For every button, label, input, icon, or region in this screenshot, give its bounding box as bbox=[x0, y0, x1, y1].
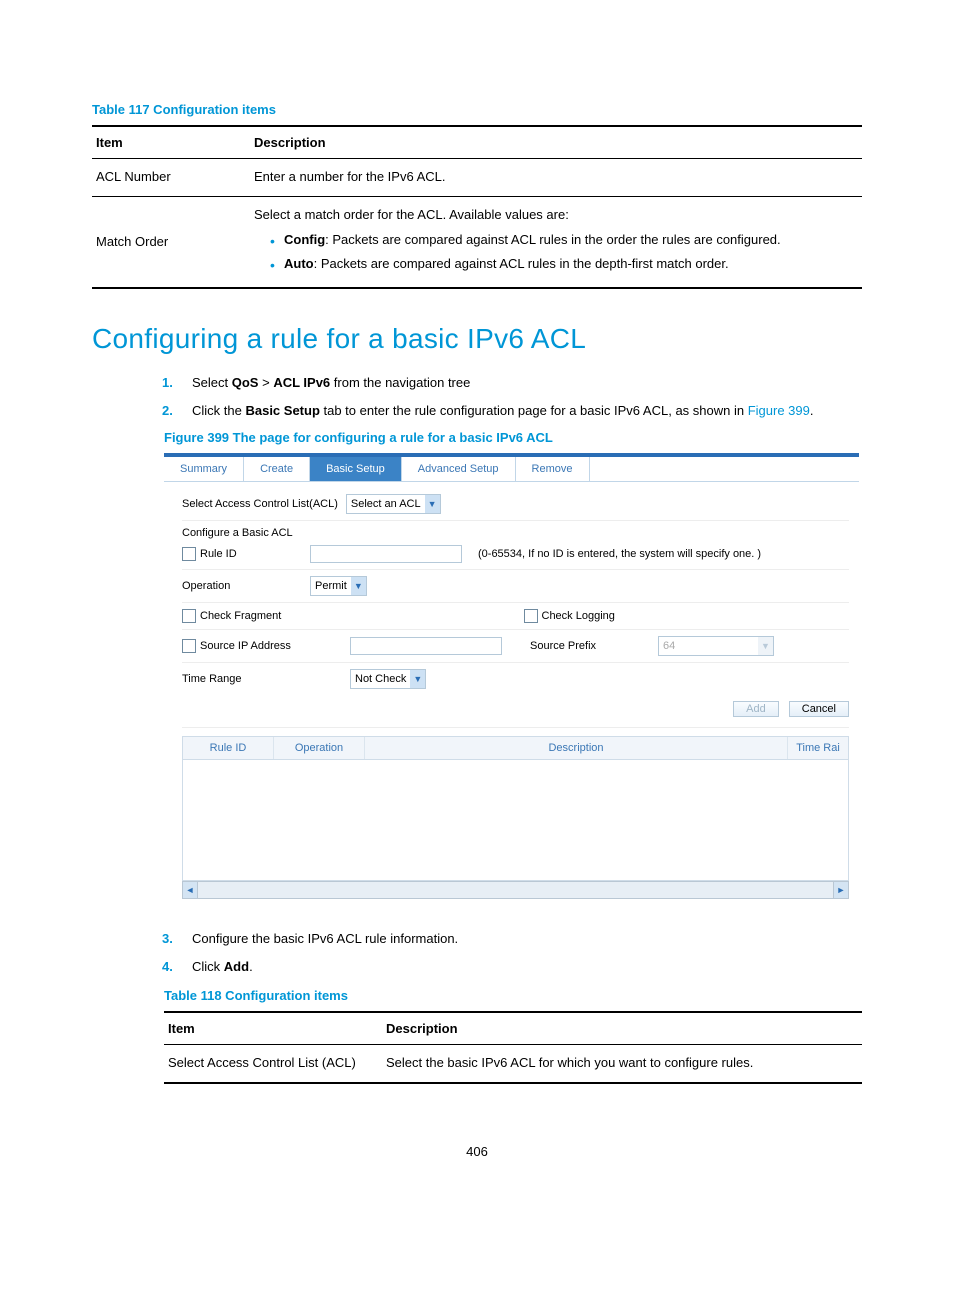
source-ip-input[interactable] bbox=[350, 637, 502, 655]
table117-row1-desc: Select a match order for the ACL. Availa… bbox=[250, 196, 862, 288]
grid-body bbox=[182, 760, 849, 881]
step-text: . bbox=[810, 403, 814, 418]
tab-row: Summary Create Basic Setup Advanced Setu… bbox=[164, 457, 859, 482]
table-row: Match Order Select a match order for the… bbox=[92, 196, 862, 288]
check-logging-checkbox[interactable] bbox=[524, 609, 538, 623]
table118-caption: Table 118 Configuration items bbox=[164, 988, 862, 1003]
table117-col-desc: Description bbox=[250, 126, 862, 159]
source-prefix-dropdown[interactable]: 64 ▼ bbox=[658, 636, 774, 656]
check-fragment-checkbox[interactable] bbox=[182, 609, 196, 623]
step-number: 2. bbox=[162, 401, 173, 421]
operation-label: Operation bbox=[182, 580, 302, 592]
rule-id-checkbox[interactable] bbox=[182, 547, 196, 561]
check-logging-label: Check Logging bbox=[542, 610, 615, 622]
chevron-down-icon: ▼ bbox=[758, 637, 773, 655]
step-3: 3. Configure the basic IPv6 ACL rule inf… bbox=[192, 929, 862, 949]
desc-lead: Select a match order for the ACL. Availa… bbox=[254, 207, 569, 222]
bullet-text: : Packets are compared against ACL rules… bbox=[325, 232, 781, 247]
bullet-text: : Packets are compared against ACL rules… bbox=[314, 256, 729, 271]
table118-col-desc: Description bbox=[382, 1012, 862, 1045]
table117-row1-item: Match Order bbox=[92, 196, 250, 288]
step-text: Click bbox=[192, 959, 224, 974]
time-range-label: Time Range bbox=[182, 673, 342, 685]
table118-col-item: Item bbox=[164, 1012, 382, 1045]
table117: Item Description ACL Number Enter a numb… bbox=[92, 125, 862, 289]
select-acl-label: Select Access Control List(ACL) bbox=[182, 498, 338, 510]
basic-acl-title: Configure a Basic ACL bbox=[182, 527, 293, 539]
bullet-bold: Config bbox=[284, 232, 325, 247]
horizontal-scrollbar[interactable]: ◄ ► bbox=[182, 881, 849, 899]
source-prefix-value: 64 bbox=[663, 640, 675, 652]
step-number: 3. bbox=[162, 929, 173, 949]
source-ip-label: Source IP Address bbox=[200, 640, 291, 652]
table-row: ACL Number Enter a number for the IPv6 A… bbox=[92, 159, 862, 197]
time-range-dropdown[interactable]: Not Check ▼ bbox=[350, 669, 426, 689]
operation-dropdown[interactable]: Permit ▼ bbox=[310, 576, 367, 596]
scroll-right-icon[interactable]: ► bbox=[833, 882, 848, 898]
tab-remove[interactable]: Remove bbox=[516, 457, 590, 481]
add-button[interactable]: Add bbox=[733, 701, 779, 717]
table117-row0-item: ACL Number bbox=[92, 159, 250, 197]
grid-col-operation: Operation bbox=[274, 737, 365, 759]
cancel-button[interactable]: Cancel bbox=[789, 701, 849, 717]
step-bold: Basic Setup bbox=[245, 403, 319, 418]
step-1: 1. Select QoS > ACL IPv6 from the naviga… bbox=[192, 373, 862, 393]
page-heading: Configuring a rule for a basic IPv6 ACL bbox=[92, 323, 862, 355]
time-range-value: Not Check bbox=[355, 673, 406, 685]
rule-id-input[interactable] bbox=[310, 545, 462, 563]
scroll-left-icon[interactable]: ◄ bbox=[183, 882, 198, 898]
tab-basic-setup[interactable]: Basic Setup bbox=[310, 457, 402, 481]
step-4: 4. Click Add. bbox=[192, 957, 862, 977]
grid-col-description: Description bbox=[365, 737, 788, 759]
chevron-down-icon: ▼ bbox=[425, 495, 440, 513]
grid-col-ruleid: Rule ID bbox=[183, 737, 274, 759]
rule-id-hint: (0-65534, If no ID is entered, the syste… bbox=[478, 548, 761, 560]
tab-summary[interactable]: Summary bbox=[164, 457, 244, 481]
step-text: > bbox=[258, 375, 273, 390]
rule-id-label: Rule ID bbox=[200, 548, 237, 560]
step-number: 4. bbox=[162, 957, 173, 977]
source-prefix-label: Source Prefix bbox=[530, 640, 650, 652]
table118-row0-desc: Select the basic IPv6 ACL for which you … bbox=[382, 1045, 862, 1083]
table118-row0-item: Select Access Control List (ACL) bbox=[164, 1045, 382, 1083]
step-text: tab to enter the rule configuration page… bbox=[320, 403, 748, 418]
table117-col-item: Item bbox=[92, 126, 250, 159]
select-acl-dropdown[interactable]: Select an ACL ▼ bbox=[346, 494, 441, 514]
list-item: Auto: Packets are compared against ACL r… bbox=[270, 254, 858, 275]
select-acl-value: Select an ACL bbox=[351, 498, 421, 510]
chevron-down-icon: ▼ bbox=[410, 670, 425, 688]
page-number: 406 bbox=[92, 1144, 862, 1159]
figure-caption: Figure 399 The page for configuring a ru… bbox=[164, 430, 862, 445]
table118: Item Description Select Access Control L… bbox=[164, 1011, 862, 1084]
table-row: Select Access Control List (ACL) Select … bbox=[164, 1045, 862, 1083]
grid-header: Rule ID Operation Description Time Rai bbox=[182, 736, 849, 760]
bullet-bold: Auto bbox=[284, 256, 314, 271]
scroll-track[interactable] bbox=[198, 882, 833, 898]
figure-link[interactable]: Figure 399 bbox=[748, 403, 810, 418]
source-ip-checkbox[interactable] bbox=[182, 639, 196, 653]
step-text: from the navigation tree bbox=[330, 375, 470, 390]
step-text: Configure the basic IPv6 ACL rule inform… bbox=[192, 931, 458, 946]
check-fragment-label: Check Fragment bbox=[200, 610, 281, 622]
step-text: Click the bbox=[192, 403, 245, 418]
list-item: Config: Packets are compared against ACL… bbox=[270, 230, 858, 251]
chevron-down-icon: ▼ bbox=[351, 577, 366, 595]
step-bold: QoS bbox=[232, 375, 259, 390]
screenshot-ui: Summary Create Basic Setup Advanced Setu… bbox=[164, 453, 859, 907]
tab-create[interactable]: Create bbox=[244, 457, 310, 481]
table117-row0-desc: Enter a number for the IPv6 ACL. bbox=[250, 159, 862, 197]
grid-col-timerange: Time Rai bbox=[788, 737, 848, 759]
step-bold: Add bbox=[224, 959, 249, 974]
tab-advanced-setup[interactable]: Advanced Setup bbox=[402, 457, 516, 481]
operation-value: Permit bbox=[315, 580, 347, 592]
step-text: . bbox=[249, 959, 253, 974]
step-2: 2. Click the Basic Setup tab to enter th… bbox=[192, 401, 862, 421]
step-number: 1. bbox=[162, 373, 173, 393]
step-text: Select bbox=[192, 375, 232, 390]
step-bold: ACL IPv6 bbox=[273, 375, 330, 390]
table117-caption: Table 117 Configuration items bbox=[92, 102, 862, 117]
